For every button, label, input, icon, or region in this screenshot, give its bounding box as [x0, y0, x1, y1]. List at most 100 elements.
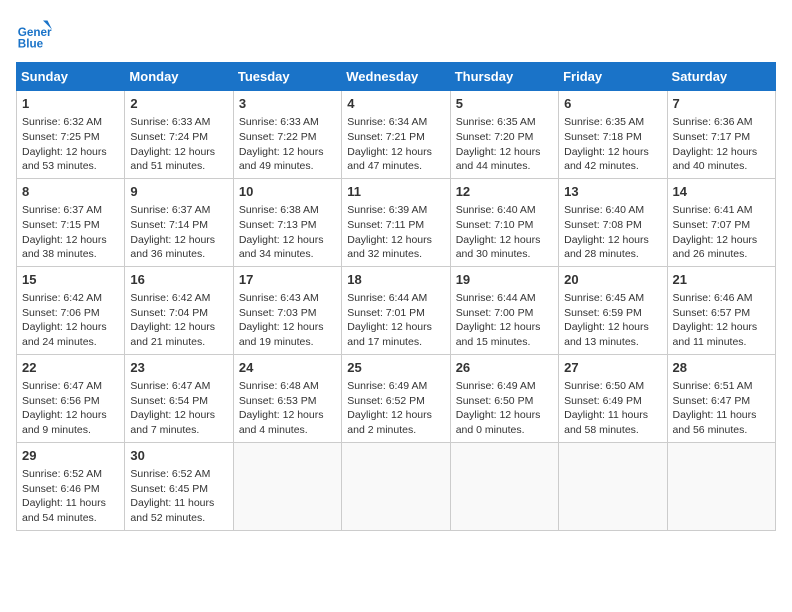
day-info: Sunset: 6:49 PM: [564, 394, 661, 409]
day-info: Sunrise: 6:47 AM: [22, 379, 119, 394]
day-info: Sunrise: 6:35 AM: [564, 115, 661, 130]
calendar-cell: [342, 442, 450, 530]
day-number: 23: [130, 359, 227, 377]
day-info: Sunrise: 6:40 AM: [456, 203, 553, 218]
day-info: Sunrise: 6:42 AM: [22, 291, 119, 306]
day-info: Daylight: 12 hours: [239, 145, 336, 160]
week-row-3: 15Sunrise: 6:42 AMSunset: 7:06 PMDayligh…: [17, 266, 776, 354]
week-row-1: 1Sunrise: 6:32 AMSunset: 7:25 PMDaylight…: [17, 91, 776, 179]
day-info: and 44 minutes.: [456, 159, 553, 174]
logo: General Blue: [16, 16, 56, 52]
calendar-cell: 25Sunrise: 6:49 AMSunset: 6:52 PMDayligh…: [342, 354, 450, 442]
day-info: and 30 minutes.: [456, 247, 553, 262]
day-info: Daylight: 12 hours: [130, 408, 227, 423]
day-info: and 28 minutes.: [564, 247, 661, 262]
day-info: Sunrise: 6:40 AM: [564, 203, 661, 218]
day-info: Sunset: 7:15 PM: [22, 218, 119, 233]
day-info: Sunset: 7:13 PM: [239, 218, 336, 233]
calendar-cell: 22Sunrise: 6:47 AMSunset: 6:56 PMDayligh…: [17, 354, 125, 442]
day-number: 10: [239, 183, 336, 201]
calendar-cell: 26Sunrise: 6:49 AMSunset: 6:50 PMDayligh…: [450, 354, 558, 442]
day-info: Sunrise: 6:33 AM: [130, 115, 227, 130]
calendar-cell: 6 Sunrise: 6:35 AMSunset: 7:18 PMDaylight…: [559, 91, 667, 179]
day-info: Sunset: 7:17 PM: [673, 130, 770, 145]
day-info: Sunrise: 6:50 AM: [564, 379, 661, 394]
svg-text:Blue: Blue: [18, 38, 44, 51]
calendar-cell: 7Sunrise: 6:36 AMSunset: 7:17 PMDaylight…: [667, 91, 775, 179]
day-info: and 52 minutes.: [130, 511, 227, 526]
calendar-cell: 12Sunrise: 6:40 AMSunset: 7:10 PMDayligh…: [450, 178, 558, 266]
day-info: Sunrise: 6:34 AM: [347, 115, 444, 130]
calendar-cell: 3Sunrise: 6:33 AMSunset: 7:22 PMDaylight…: [233, 91, 341, 179]
day-info: and 47 minutes.: [347, 159, 444, 174]
day-info: Sunset: 6:50 PM: [456, 394, 553, 409]
day-info: Sunrise: 6:49 AM: [456, 379, 553, 394]
day-info: and 26 minutes.: [673, 247, 770, 262]
calendar-cell: 5Sunrise: 6:35 AMSunset: 7:20 PMDaylight…: [450, 91, 558, 179]
day-number: 15: [22, 271, 119, 289]
day-number: 27: [564, 359, 661, 377]
day-number: 21: [673, 271, 770, 289]
day-info: and 38 minutes.: [22, 247, 119, 262]
calendar-cell: 10Sunrise: 6:38 AMSunset: 7:13 PMDayligh…: [233, 178, 341, 266]
calendar-cell: 15Sunrise: 6:42 AMSunset: 7:06 PMDayligh…: [17, 266, 125, 354]
week-row-2: 8Sunrise: 6:37 AMSunset: 7:15 PMDaylight…: [17, 178, 776, 266]
day-info: Sunrise: 6:52 AM: [130, 467, 227, 482]
day-info: Daylight: 12 hours: [456, 320, 553, 335]
day-info: Daylight: 11 hours: [564, 408, 661, 423]
calendar-cell: 20Sunrise: 6:45 AMSunset: 6:59 PMDayligh…: [559, 266, 667, 354]
calendar-cell: 24Sunrise: 6:48 AMSunset: 6:53 PMDayligh…: [233, 354, 341, 442]
calendar-cell: 28Sunrise: 6:51 AMSunset: 6:47 PMDayligh…: [667, 354, 775, 442]
day-info: and 11 minutes.: [673, 335, 770, 350]
day-info: Daylight: 11 hours: [22, 496, 119, 511]
day-info: Daylight: 12 hours: [673, 233, 770, 248]
day-info: Sunset: 6:53 PM: [239, 394, 336, 409]
day-info: Daylight: 12 hours: [564, 145, 661, 160]
day-info: Daylight: 12 hours: [347, 320, 444, 335]
day-info: Sunrise: 6:47 AM: [130, 379, 227, 394]
calendar-table: SundayMondayTuesdayWednesdayThursdayFrid…: [16, 62, 776, 531]
day-info: Sunset: 7:18 PM: [564, 130, 661, 145]
calendar-cell: [450, 442, 558, 530]
day-number: 17: [239, 271, 336, 289]
day-info: Sunset: 6:46 PM: [22, 482, 119, 497]
header-row: SundayMondayTuesdayWednesdayThursdayFrid…: [17, 63, 776, 91]
day-info: and 13 minutes.: [564, 335, 661, 350]
day-info: Sunset: 7:22 PM: [239, 130, 336, 145]
calendar-cell: 30Sunrise: 6:52 AMSunset: 6:45 PMDayligh…: [125, 442, 233, 530]
day-info: and 56 minutes.: [673, 423, 770, 438]
day-info: Sunrise: 6:46 AM: [673, 291, 770, 306]
col-header-tuesday: Tuesday: [233, 63, 341, 91]
calendar-cell: 1Sunrise: 6:32 AMSunset: 7:25 PMDaylight…: [17, 91, 125, 179]
day-info: and 0 minutes.: [456, 423, 553, 438]
day-number: 30: [130, 447, 227, 465]
day-info: Sunset: 6:56 PM: [22, 394, 119, 409]
day-info: Sunset: 6:47 PM: [673, 394, 770, 409]
day-info: Sunset: 7:11 PM: [347, 218, 444, 233]
day-info: Sunset: 6:45 PM: [130, 482, 227, 497]
day-info: Daylight: 12 hours: [22, 320, 119, 335]
day-info: and 49 minutes.: [239, 159, 336, 174]
day-info: Sunset: 7:14 PM: [130, 218, 227, 233]
day-number: 5: [456, 95, 553, 113]
day-info: Sunset: 6:52 PM: [347, 394, 444, 409]
day-info: Sunrise: 6:37 AM: [22, 203, 119, 218]
day-info: Sunrise: 6:48 AM: [239, 379, 336, 394]
day-info: Daylight: 12 hours: [22, 145, 119, 160]
day-info: Sunrise: 6:38 AM: [239, 203, 336, 218]
day-info: Sunrise: 6:36 AM: [673, 115, 770, 130]
day-info: Sunrise: 6:52 AM: [22, 467, 119, 482]
calendar-cell: 8Sunrise: 6:37 AMSunset: 7:15 PMDaylight…: [17, 178, 125, 266]
day-number: 6: [564, 95, 661, 113]
calendar-cell: 11Sunrise: 6:39 AMSunset: 7:11 PMDayligh…: [342, 178, 450, 266]
day-number: 1: [22, 95, 119, 113]
day-info: Sunrise: 6:45 AM: [564, 291, 661, 306]
day-info: and 53 minutes.: [22, 159, 119, 174]
calendar-cell: 27 Sunrise: 6:50 AMSunset: 6:49 PMDayligh…: [559, 354, 667, 442]
calendar-cell: 13Sunrise: 6:40 AMSunset: 7:08 PMDayligh…: [559, 178, 667, 266]
day-info: Daylight: 12 hours: [673, 145, 770, 160]
day-info: Sunset: 7:20 PM: [456, 130, 553, 145]
calendar-cell: 4Sunrise: 6:34 AMSunset: 7:21 PMDaylight…: [342, 91, 450, 179]
day-number: 12: [456, 183, 553, 201]
day-info: Daylight: 12 hours: [239, 408, 336, 423]
